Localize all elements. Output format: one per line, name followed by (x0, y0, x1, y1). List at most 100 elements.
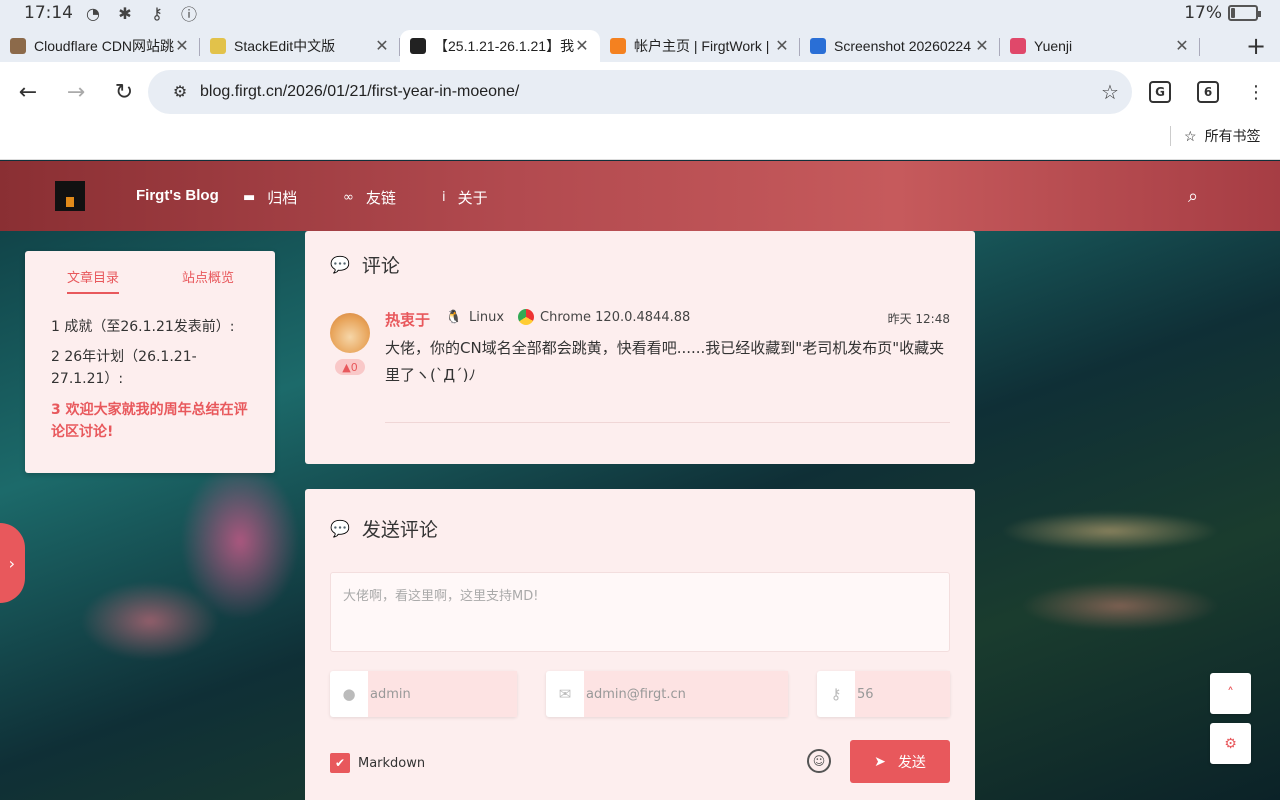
toolbar-right: G 6 ⋮ (1136, 62, 1280, 122)
site-header: Firgt's Blog ▬ 归档 ∞ 友链 i 关于 ⌕ (0, 161, 1280, 231)
reload-button[interactable]: ↻ (100, 72, 148, 112)
tab-title: Cloudflare CDN网站跳 (34, 38, 174, 54)
name-value[interactable]: admin (368, 671, 517, 717)
close-tab-icon[interactable]: ✕ (774, 36, 790, 56)
form-title: 发送评论 (361, 519, 438, 541)
all-bookmarks-button[interactable]: ☆ 所有书签 (1184, 126, 1261, 146)
browser-tab[interactable]: Screenshot 20260224 ✕ (800, 30, 1000, 62)
tab-favicon-icon (610, 38, 626, 54)
browser-toolbar: ← → ↻ ⚙ blog.firgt.cn/2026/01/21/first-y… (0, 62, 1280, 122)
site-brand[interactable]: Firgt's Blog (136, 187, 219, 204)
background-lily-pad (80, 581, 220, 661)
like-count: 0 (350, 360, 358, 374)
tab-favicon-icon (210, 38, 226, 54)
tab-strip: Cloudflare CDN网站跳 ✕ StackEdit中文版 ✕ 【25.1.21-… (0, 26, 1280, 62)
nav-archive[interactable]: ▬ 归档 (243, 187, 297, 208)
close-tab-icon[interactable]: ✕ (974, 36, 990, 56)
close-tab-icon[interactable]: ✕ (174, 36, 190, 56)
gear-icon: ⚙ (1224, 735, 1237, 752)
wifi-icon: ◔ (86, 3, 100, 23)
comment-textarea[interactable]: 大佬啊，看这里啊，这里支持MD! (330, 572, 950, 652)
chevron-right-icon: › (8, 553, 15, 573)
toc-item[interactable]: 1 成就（至26.1.21发表前）: (51, 316, 251, 338)
translate-button[interactable]: G (1136, 70, 1184, 114)
comment-divider (385, 422, 950, 423)
browser-tab[interactable]: 【25.1.21-26.1.21】我 ✕ (400, 30, 600, 62)
comments-header: 💬 评论 (330, 251, 400, 278)
site-logo[interactable] (55, 181, 85, 211)
back-button[interactable]: ← (4, 72, 52, 112)
code-field[interactable]: ⚷ 56 (817, 671, 950, 717)
send-label: 发送 (897, 754, 926, 771)
back-to-top-button[interactable]: ˄ (1210, 673, 1251, 714)
comment-text: 大佬，你的CN域名全部都会跳黄，快看看吧......我已经收藏到"老司机发布页"… (385, 339, 945, 384)
comments-icon: 💬 (330, 255, 350, 274)
like-button[interactable]: ▲ 0 (335, 359, 365, 375)
tab-favicon-icon (410, 38, 426, 54)
tab-site-overview[interactable]: 站点概览 (182, 267, 234, 286)
omnibox[interactable]: ⚙ blog.firgt.cn/2026/01/21/first-year-in… (148, 70, 1132, 114)
name-field[interactable]: ● admin (330, 671, 517, 717)
tab-count: 6 (1197, 81, 1219, 103)
star-icon: ☆ (1184, 127, 1197, 144)
chevron-up-icon: ˄ (1227, 685, 1234, 702)
browser-tab[interactable]: Cloudflare CDN网站跳 ✕ (0, 30, 200, 62)
comment-browser: Chrome 120.0.4844.88 (540, 309, 691, 325)
key-icon: ⚷ (830, 685, 842, 703)
new-tab-button[interactable]: + (1232, 30, 1280, 62)
site-info-icon[interactable]: ⚙ (160, 82, 200, 102)
browser-tab[interactable]: Yuenji ✕ (1000, 30, 1200, 62)
archive-icon: ▬ (243, 190, 256, 205)
bookmarks-bar: ☆ 所有书签 (0, 122, 1280, 160)
comment-os: Linux (469, 309, 505, 325)
checkbox-checked-icon[interactable]: ✔ (330, 753, 350, 773)
all-bookmarks-label: 所有书签 (1204, 128, 1261, 144)
web-page: Firgt's Blog ▬ 归档 ∞ 友链 i 关于 ⌕ 文章目录 站点概览 … (0, 161, 1280, 800)
linux-icon: 🐧 (445, 309, 463, 325)
settings-button[interactable]: ⚙ (1210, 723, 1251, 764)
code-value[interactable]: 56 (855, 671, 950, 717)
email-value[interactable]: admin@firgt.cn (584, 671, 788, 717)
tab-title: 帐户主页 | FirgtWork | C (634, 38, 774, 54)
close-tab-icon[interactable]: ✕ (1174, 36, 1190, 56)
email-field[interactable]: ✉ admin@firgt.cn (546, 671, 788, 717)
battery-icon (1228, 5, 1261, 21)
nav-links[interactable]: ∞ 友链 (343, 187, 396, 208)
envelope-icon: ✉ (558, 685, 572, 703)
send-button[interactable]: ➤ 发送 (850, 740, 950, 783)
user-icon: ● (342, 685, 356, 703)
tab-title: Yuenji (1034, 38, 1073, 54)
markdown-label: Markdown (358, 755, 426, 771)
key-icon: ⚷ (151, 3, 163, 23)
browser-tab[interactable]: 帐户主页 | FirgtWork | C ✕ (600, 30, 800, 62)
comment-author[interactable]: 热衷于 (385, 309, 430, 330)
toc-item-active[interactable]: 3 欢迎大家就我的周年总结在评论区讨论! (51, 399, 251, 443)
tab-switcher-button[interactable]: 6 (1184, 70, 1232, 114)
more-vert-icon: ⋮ (1247, 81, 1265, 103)
background-lily-pad-right-2 (1020, 581, 1220, 631)
close-tab-icon[interactable]: ✕ (574, 36, 590, 56)
nav-about[interactable]: i 关于 (442, 187, 488, 208)
toc-panel: 文章目录 站点概览 1 成就（至26.1.21发表前）: 2 26年计划（26.… (25, 251, 275, 473)
chrome-icon (518, 309, 535, 325)
toc-item[interactable]: 2 26年计划（26.1.21-27.1.21）: (51, 346, 251, 390)
background-lily-pad-right (1000, 511, 1220, 551)
menu-button[interactable]: ⋮ (1232, 70, 1280, 114)
emoji-icon[interactable]: ☺ (807, 749, 831, 773)
tab-toc[interactable]: 文章目录 (67, 267, 120, 294)
translate-icon: G (1149, 81, 1171, 103)
url-text[interactable]: blog.firgt.cn/2026/01/21/first-year-in-m… (200, 83, 1088, 101)
avatar[interactable] (330, 313, 370, 353)
sidebar-toggle-button[interactable]: › (0, 523, 25, 603)
comment-form-card: 💬 发送评论 大佬啊，看这里啊，这里支持MD! ● admin ✉ admin@… (305, 489, 975, 800)
search-icon[interactable]: ⌕ (1188, 186, 1198, 207)
browser-tab[interactable]: StackEdit中文版 ✕ (200, 30, 400, 62)
forward-button[interactable]: → (52, 72, 100, 112)
comments-title: 评论 (361, 255, 400, 277)
bookmark-star-icon[interactable]: ☆ (1088, 80, 1132, 105)
comment-dots-icon: 💬 (330, 519, 350, 538)
comment-meta: 🐧 Linux Chrome 120.0.4844.88 (445, 309, 690, 325)
status-right: 17% (1184, 3, 1261, 23)
close-tab-icon[interactable]: ✕ (374, 36, 390, 56)
markdown-toggle[interactable]: ✔ Markdown (330, 753, 425, 773)
